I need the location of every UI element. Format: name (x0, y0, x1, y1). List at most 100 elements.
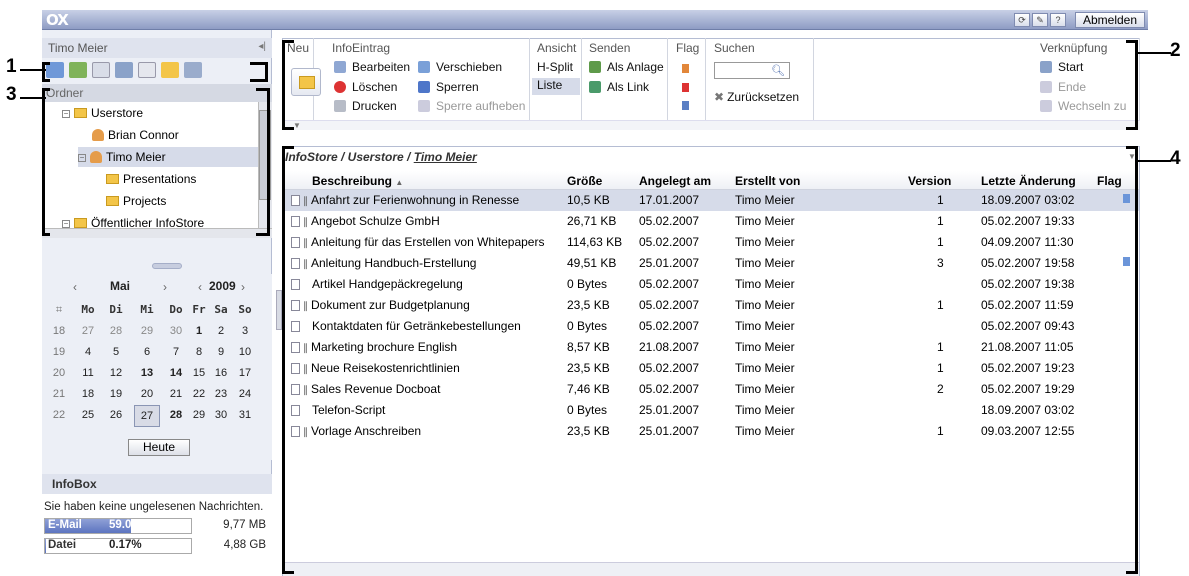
week-number[interactable]: 19 (46, 342, 72, 362)
tree-item-timo-meier[interactable]: − Timo Meier (78, 147, 258, 167)
calendar-day[interactable]: 29 (134, 321, 160, 341)
table-row[interactable]: ∥ Anfahrt zur Ferienwohnung in Renesse 10,… (283, 190, 1139, 211)
collapse-toggle-icon[interactable]: − (78, 154, 86, 162)
description-text: Kontaktdaten für Getränkebestellungen (312, 319, 521, 333)
infostore-icon[interactable] (161, 62, 179, 78)
breadcrumb-current-link[interactable]: Timo Meier (414, 150, 477, 164)
today-button[interactable]: Heute (128, 439, 190, 456)
week-view-icon[interactable]: ⌗ (46, 300, 72, 320)
flag-blue-icon[interactable] (682, 101, 689, 110)
calendar-day[interactable]: 10 (232, 342, 258, 362)
collapse-icon[interactable]: ◂| (258, 41, 266, 52)
column-header-modified[interactable]: Letzte Änderung (981, 171, 1076, 191)
calendar-day[interactable]: 17 (232, 363, 258, 383)
calendar-day[interactable]: 5 (103, 342, 129, 362)
calendar-day[interactable]: 12 (103, 363, 129, 383)
link-start-button[interactable]: Start (1040, 60, 1083, 74)
mail-icon[interactable] (69, 62, 87, 78)
tree-horizontal-scrollbar[interactable] (42, 228, 272, 238)
contacts-icon[interactable] (115, 62, 133, 78)
settings-icon[interactable]: ✎ (1032, 13, 1048, 27)
table-row[interactable]: ∥ Sales Revenue Docboat 7,46 KB 05.02.2007 T… (283, 379, 1139, 400)
logout-button[interactable]: Abmelden (1075, 12, 1145, 28)
calendar-day[interactable]: 31 (232, 405, 258, 425)
calendar-day[interactable]: 30 (208, 405, 234, 425)
column-header-size[interactable]: Größe (567, 171, 602, 191)
week-number[interactable]: 22 (46, 405, 72, 425)
week-number[interactable]: 18 (46, 321, 72, 341)
tree-item-public-infostore[interactable]: − Öffentlicher InfoStore (62, 213, 204, 228)
calendar-day[interactable]: 27 (134, 405, 160, 427)
link-end-button[interactable]: Ende (1040, 80, 1086, 94)
calendar-day[interactable]: 11 (75, 363, 101, 383)
tasks-icon[interactable] (138, 62, 156, 78)
edit-button[interactable]: Bearbeiten (334, 60, 410, 74)
calendar-day[interactable]: 4 (75, 342, 101, 362)
calendar-day[interactable]: 9 (208, 342, 234, 362)
refresh-icon[interactable]: ⟳ (1014, 13, 1030, 27)
calendar-day[interactable]: 18 (75, 384, 101, 404)
week-number[interactable]: 20 (46, 363, 72, 383)
calendar-day[interactable]: 27 (75, 321, 101, 341)
tree-item-projects[interactable]: Projects (106, 191, 166, 211)
calendar-day[interactable]: 26 (103, 405, 129, 425)
column-header-flag[interactable]: Flag (1097, 171, 1122, 191)
calendar-day[interactable]: 24 (232, 384, 258, 404)
panel-splitter-handle[interactable] (152, 263, 182, 269)
table-row[interactable]: Telefon-Script 0 Bytes 25.01.2007 Timo Meie… (283, 400, 1139, 421)
table-row[interactable]: Artikel Handgepäckregelung 0 Bytes 05.02.2… (283, 274, 1139, 295)
table-row[interactable]: ∥ Neue Reisekostenrichtlinien 23,5 KB 05.02… (283, 358, 1139, 379)
send-as-attachment-button[interactable]: Als Anlage (589, 60, 664, 74)
reset-search-button[interactable]: ✖ Zurücksetzen (714, 90, 799, 104)
unlock-button[interactable]: Sperre aufheben (418, 99, 525, 113)
calendar-day[interactable]: 23 (208, 384, 234, 404)
cell-created: 17.01.2007 (639, 193, 700, 207)
column-header-created[interactable]: Angelegt am (639, 171, 711, 191)
next-year-icon[interactable]: › (241, 280, 245, 294)
tree-item-userstore[interactable]: − Userstore (62, 103, 143, 123)
calendar-day[interactable]: 19 (103, 384, 129, 404)
column-header-version[interactable]: Version (908, 171, 951, 191)
next-month-icon[interactable]: › (163, 280, 167, 294)
week-number[interactable]: 21 (46, 384, 72, 404)
tree-item-presentations[interactable]: Presentations (106, 169, 196, 189)
flag-clear-icon[interactable] (682, 64, 689, 73)
calendar-day[interactable]: 13 (134, 363, 160, 383)
print-button[interactable]: Drucken (334, 99, 397, 113)
calendar-icon[interactable] (92, 62, 110, 78)
list-view-button[interactable]: Liste (532, 78, 580, 95)
flag-red-icon[interactable] (682, 83, 689, 92)
prev-year-icon[interactable]: ‹ (198, 280, 202, 294)
projects-icon[interactable] (184, 62, 202, 78)
send-as-link-button[interactable]: Als Link (589, 80, 649, 94)
prev-month-icon[interactable]: ‹ (73, 280, 77, 294)
hsplit-view-button[interactable]: H-Split (537, 60, 573, 74)
calendar-day[interactable]: 6 (134, 342, 160, 362)
help-icon[interactable]: ? (1050, 13, 1066, 27)
ribbon-collapse-icon[interactable]: ▼ (293, 121, 301, 130)
table-row[interactable]: ∥ Vorlage Anschreiben 23,5 KB 25.01.2007 Tim… (283, 421, 1139, 442)
table-row[interactable]: Kontaktdaten für Getränkebestellungen 0 B… (283, 316, 1139, 337)
delete-button[interactable]: Löschen (334, 80, 397, 94)
lock-button[interactable]: Sperren (418, 80, 479, 94)
table-row[interactable]: ∥ Dokument zur Budgetplanung 23,5 KB 05.02.… (283, 295, 1139, 316)
calendar-day[interactable]: 16 (208, 363, 234, 383)
button-label: Ende (1058, 80, 1087, 94)
table-row[interactable]: ∥ Angebot Schulze GmbH 26,71 KB 05.02.2007 T… (283, 211, 1139, 232)
table-row[interactable]: ∥ Anleitung für das Erstellen von Whitepa… (283, 232, 1139, 253)
move-button[interactable]: Verschieben (418, 60, 502, 74)
calendar-day[interactable]: 25 (75, 405, 101, 425)
link-switch-button[interactable]: Wechseln zu (1040, 99, 1126, 113)
collapse-toggle-icon[interactable]: − (62, 220, 70, 228)
tree-item-brian-connor[interactable]: Brian Connor (92, 125, 179, 145)
column-header-creator[interactable]: Erstellt von (735, 171, 800, 191)
calendar-day[interactable]: 2 (208, 321, 234, 341)
table-row[interactable]: ∥ Marketing brochure English 8,57 KB 21.08.… (283, 337, 1139, 358)
calendar-day[interactable]: 20 (134, 384, 160, 404)
search-input[interactable]: 🔍︎ (714, 62, 790, 79)
calendar-day[interactable]: 3 (232, 321, 258, 341)
table-row[interactable]: ∥ Anleitung Handbuch-Erstellung 49,51 KB 25… (283, 253, 1139, 274)
calendar-day[interactable]: 28 (103, 321, 129, 341)
collapse-toggle-icon[interactable]: − (62, 110, 70, 118)
cell-description: ∥ Anleitung für das Erstellen von Whitepa… (291, 232, 544, 254)
